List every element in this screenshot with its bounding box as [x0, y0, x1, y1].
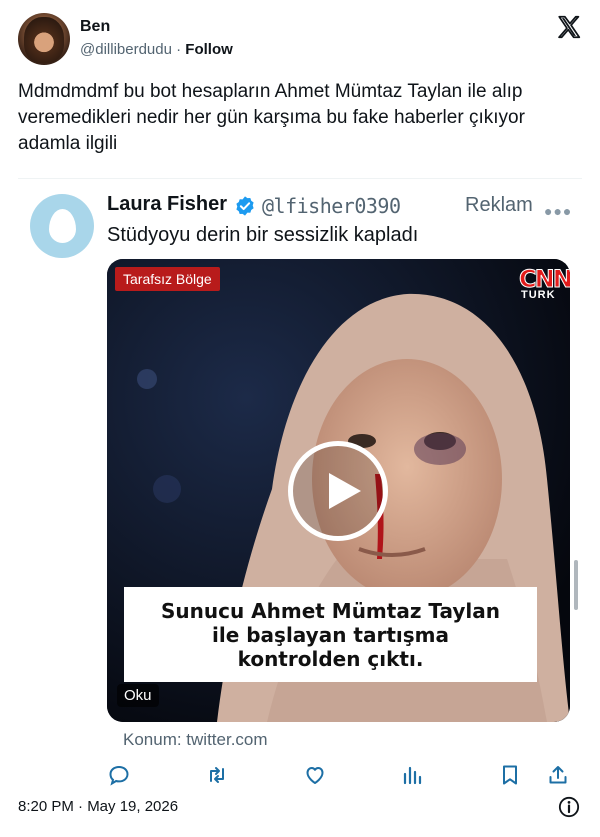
quoted-author-handle[interactable]: @lfisher0390 — [262, 194, 401, 218]
video-caption: Sunucu Ahmet Mümtaz Taylan ile başlayan … — [124, 587, 537, 682]
author-meta: @dilliberdudu · Follow — [80, 41, 233, 58]
follow-button[interactable]: Follow — [185, 41, 233, 58]
video-media[interactable]: Tarafsız Bölge CNN TURK Sunucu Ahmet Müm… — [107, 259, 570, 722]
verified-badge-icon — [236, 196, 254, 216]
divider — [18, 178, 582, 179]
bookmark-icon[interactable] — [495, 760, 525, 790]
info-icon[interactable] — [558, 796, 580, 818]
retweet-icon[interactable] — [202, 760, 232, 790]
action-bar — [0, 760, 600, 794]
quoted-text: Stüdyoyu derin bir sessizlik kapladı — [107, 224, 419, 246]
scrollbar[interactable] — [574, 560, 578, 610]
channel-label: Tarafsız Bölge — [115, 267, 220, 291]
caption-line: Sunucu Ahmet Mümtaz Taylan — [160, 598, 501, 623]
author-name[interactable]: Ben — [80, 18, 110, 36]
heart-icon[interactable] — [300, 760, 330, 790]
views-icon[interactable] — [397, 760, 427, 790]
quoted-author-name[interactable]: Laura Fisher — [107, 193, 227, 216]
quoted-avatar[interactable] — [30, 194, 94, 258]
read-button[interactable]: Oku — [117, 684, 159, 707]
source-link[interactable]: Konum: twitter.com — [123, 730, 268, 750]
play-icon[interactable] — [288, 441, 388, 541]
timestamp[interactable]: 8:20 PM · May 19, 2026 — [18, 798, 178, 815]
reply-icon[interactable] — [104, 760, 134, 790]
turk-logo: TURK — [521, 289, 556, 301]
tweet-text: Mdmdmdmf bu bot hesapların Ahmet Mümtaz … — [18, 81, 525, 154]
caption-line: ile başlayan tartışma — [211, 622, 449, 647]
more-icon[interactable]: ●●● — [544, 203, 572, 219]
share-icon[interactable] — [543, 760, 573, 790]
author-handle[interactable]: @dilliberdudu — [80, 41, 172, 58]
author-avatar[interactable] — [18, 13, 70, 65]
x-logo-icon[interactable] — [556, 14, 582, 40]
meta-separator: · — [171, 41, 186, 58]
caption-line: kontrolden çıktı. — [237, 646, 424, 671]
ad-label: Reklam — [465, 194, 533, 216]
